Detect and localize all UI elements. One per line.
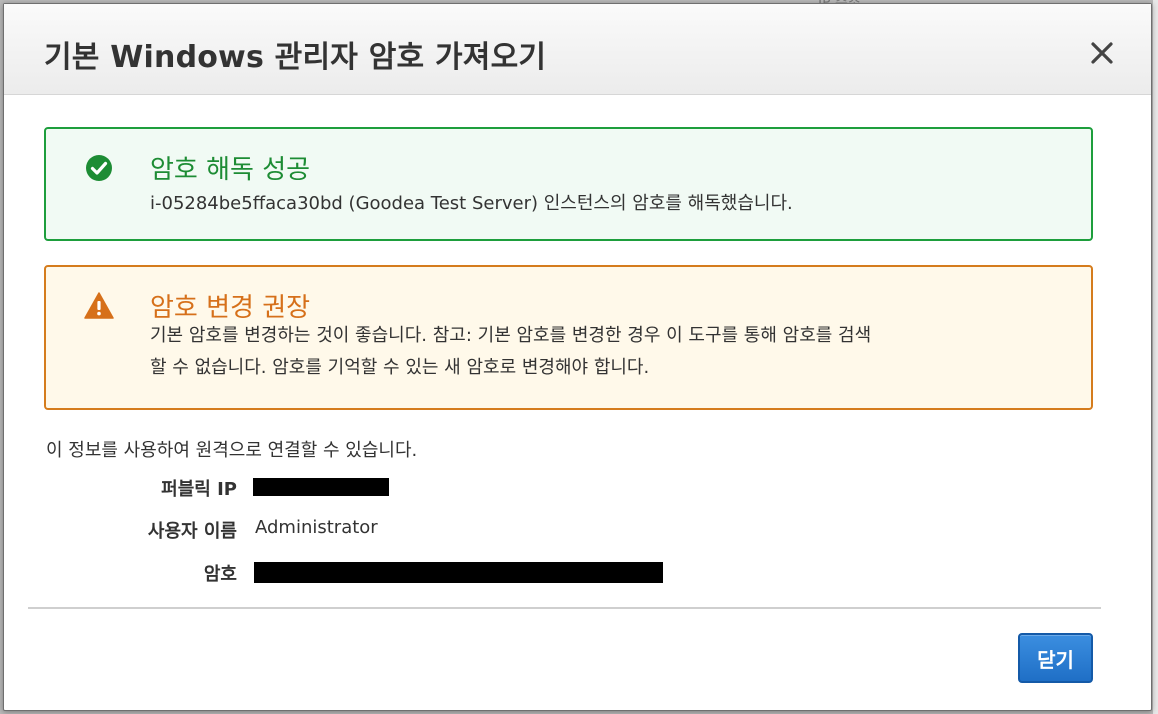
close-dialog-button[interactable]: 닫기 <box>1018 633 1093 683</box>
public-ip-redacted-value <box>253 478 389 496</box>
username-label: 사용자 이름 <box>147 521 237 542</box>
warning-message-line-1: 기본 암호를 변경하는 것이 좋습니다. 참고: 기본 암호를 변경한 경우 이… <box>150 325 872 346</box>
username-row: 사용자 이름 Administrator <box>4 517 1151 551</box>
warning-alert-title: 암호 변경 권장 <box>150 293 311 323</box>
success-alert-message: i-05284be5ffaca30bd (Goodea Test Server)… <box>150 193 793 214</box>
warning-alert: 암호 변경 권장 기본 암호를 변경하는 것이 좋습니다. 참고: 기본 암호를… <box>44 265 1093 410</box>
warning-triangle-icon <box>84 292 114 319</box>
close-button[interactable] <box>1087 38 1117 68</box>
check-circle-icon <box>86 155 112 181</box>
username-value[interactable]: Administrator <box>255 517 378 538</box>
connection-intro: 이 정보를 사용하여 원격으로 연결할 수 있습니다. <box>46 440 418 461</box>
password-label: 암호 <box>203 564 237 585</box>
public-ip-label: 퍼블릭 IP <box>161 479 237 500</box>
password-row: 암호 <box>4 560 1151 594</box>
warning-message-line-2: 할 수 없습니다. 암호를 기억할 수 있는 새 암호로 변경해야 합니다. <box>150 357 650 378</box>
success-alert: 암호 해독 성공 i-05284be5ffaca30bd (Goodea Tes… <box>44 127 1093 241</box>
warning-alert-message: 기본 암호를 변경하는 것이 좋습니다. 참고: 기본 암호를 변경한 경우 이… <box>150 320 871 384</box>
close-icon <box>1091 42 1113 64</box>
footer-divider <box>28 607 1101 609</box>
dialog-header: 기본 Windows 관리자 암호 가져오기 <box>4 4 1151 95</box>
public-ip-row: 퍼블릭 IP <box>4 475 1151 509</box>
password-redacted-value[interactable] <box>254 562 663 583</box>
success-alert-title: 암호 해독 성공 <box>150 155 311 185</box>
dialog-title: 기본 Windows 관리자 암호 가져오기 <box>44 40 547 75</box>
backdrop-strip <box>1153 0 1158 714</box>
password-dialog: 기본 Windows 관리자 암호 가져오기 암호 해독 성공 i-05284b… <box>3 3 1152 711</box>
